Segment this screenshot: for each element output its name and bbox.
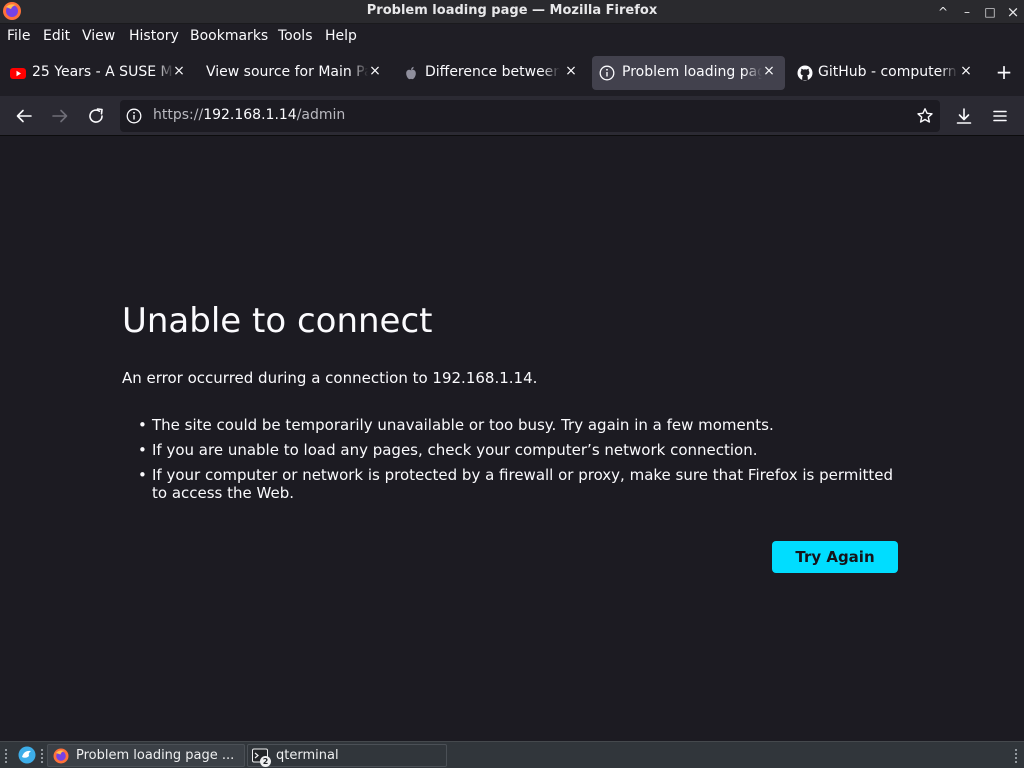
- panel-grip-handle[interactable]: [40, 748, 44, 763]
- error-title: Unable to connect: [122, 301, 433, 341]
- forward-arrow-icon[interactable]: [48, 104, 72, 128]
- menu-view[interactable]: View: [82, 28, 115, 44]
- window-minimize-button[interactable]: –: [958, 3, 976, 21]
- list-item: The site could be temporarily unavailabl…: [138, 416, 908, 434]
- app-menu-icon[interactable]: [18, 746, 36, 764]
- downloads-icon[interactable]: [952, 104, 976, 128]
- address-bar[interactable]: https://192.168.1.14/admin: [120, 100, 940, 132]
- tab-close-icon[interactable]: ×: [368, 63, 382, 79]
- github-icon: [797, 65, 813, 81]
- tab-label: Difference between: [425, 64, 560, 80]
- error-description: An error occurred during a connection to…: [122, 369, 538, 387]
- taskbar-qterminal-window[interactable]: 2 qterminal: [247, 744, 447, 767]
- tab-github[interactable]: GitHub - computerne ×: [789, 56, 983, 90]
- try-again-button[interactable]: Try Again: [772, 541, 898, 573]
- tab-close-icon[interactable]: ×: [762, 63, 776, 79]
- error-suggestions-list: The site could be temporarily unavailabl…: [138, 416, 908, 509]
- system-taskbar: Problem loading page ... 2 qterminal: [0, 741, 1024, 768]
- window-shade-button[interactable]: ^: [934, 3, 952, 21]
- taskbar-task-label: qterminal: [276, 748, 339, 763]
- tab-difference-between[interactable]: Difference between ×: [396, 56, 588, 90]
- tab-view-source[interactable]: View source for Main Pa ×: [196, 56, 388, 90]
- tab-close-icon[interactable]: ×: [564, 63, 578, 79]
- window-count-badge: 2: [260, 756, 271, 767]
- panel-grip-handle[interactable]: [4, 748, 8, 763]
- url-text[interactable]: https://192.168.1.14/admin: [153, 107, 345, 123]
- site-info-icon[interactable]: [126, 108, 142, 124]
- info-icon: [599, 65, 615, 81]
- tab-label: View source for Main Pa: [206, 64, 368, 80]
- hamburger-menu-icon[interactable]: [988, 104, 1012, 128]
- tab-problem-loading[interactable]: Problem loading pag ×: [592, 56, 785, 90]
- page-content: Unable to connect An error occurred duri…: [0, 137, 1024, 741]
- tab-suse-video[interactable]: 25 Years - A SUSE Mu ×: [4, 56, 194, 90]
- bookmark-star-icon[interactable]: [916, 107, 934, 125]
- tab-label: Problem loading pag: [622, 64, 762, 80]
- youtube-icon: [10, 68, 26, 79]
- new-tab-button[interactable]: +: [994, 62, 1014, 83]
- url-scheme: https://: [153, 107, 204, 123]
- reload-icon[interactable]: [84, 104, 108, 128]
- list-item: If your computer or network is protected…: [138, 466, 908, 502]
- window-close-button[interactable]: ×: [1004, 3, 1022, 21]
- tab-label: GitHub - computerne: [818, 64, 958, 80]
- tab-close-icon[interactable]: ×: [959, 63, 973, 79]
- menu-history[interactable]: History: [129, 28, 179, 44]
- taskbar-firefox-window[interactable]: Problem loading page ...: [47, 744, 245, 767]
- apple-icon: [406, 66, 416, 80]
- menu-bar: File Edit View History Bookmarks Tools H…: [0, 24, 1024, 50]
- window-maximize-button[interactable]: □: [981, 3, 999, 21]
- url-path: /admin: [296, 107, 346, 123]
- url-host: 192.168.1.14: [203, 107, 297, 123]
- firefox-icon: [53, 748, 69, 764]
- panel-grip-handle[interactable]: [1014, 748, 1018, 763]
- window-titlebar: Problem loading page — Mozilla Firefox ^…: [0, 0, 1024, 24]
- list-item: If you are unable to load any pages, che…: [138, 441, 908, 459]
- menu-edit[interactable]: Edit: [43, 28, 70, 44]
- navigation-toolbar: https://192.168.1.14/admin: [0, 96, 1024, 136]
- tab-label: 25 Years - A SUSE Mu: [32, 64, 174, 80]
- menu-file[interactable]: File: [7, 28, 30, 44]
- menu-tools[interactable]: Tools: [278, 28, 313, 44]
- tab-close-icon[interactable]: ×: [172, 63, 186, 79]
- tab-strip: 25 Years - A SUSE Mu × View source for M…: [0, 50, 1024, 96]
- taskbar-task-label: Problem loading page ...: [76, 748, 235, 763]
- window-title: Problem loading page — Mozilla Firefox: [366, 3, 658, 18]
- menu-bookmarks[interactable]: Bookmarks: [190, 28, 268, 44]
- back-arrow-icon[interactable]: [12, 104, 36, 128]
- menu-help[interactable]: Help: [325, 28, 357, 44]
